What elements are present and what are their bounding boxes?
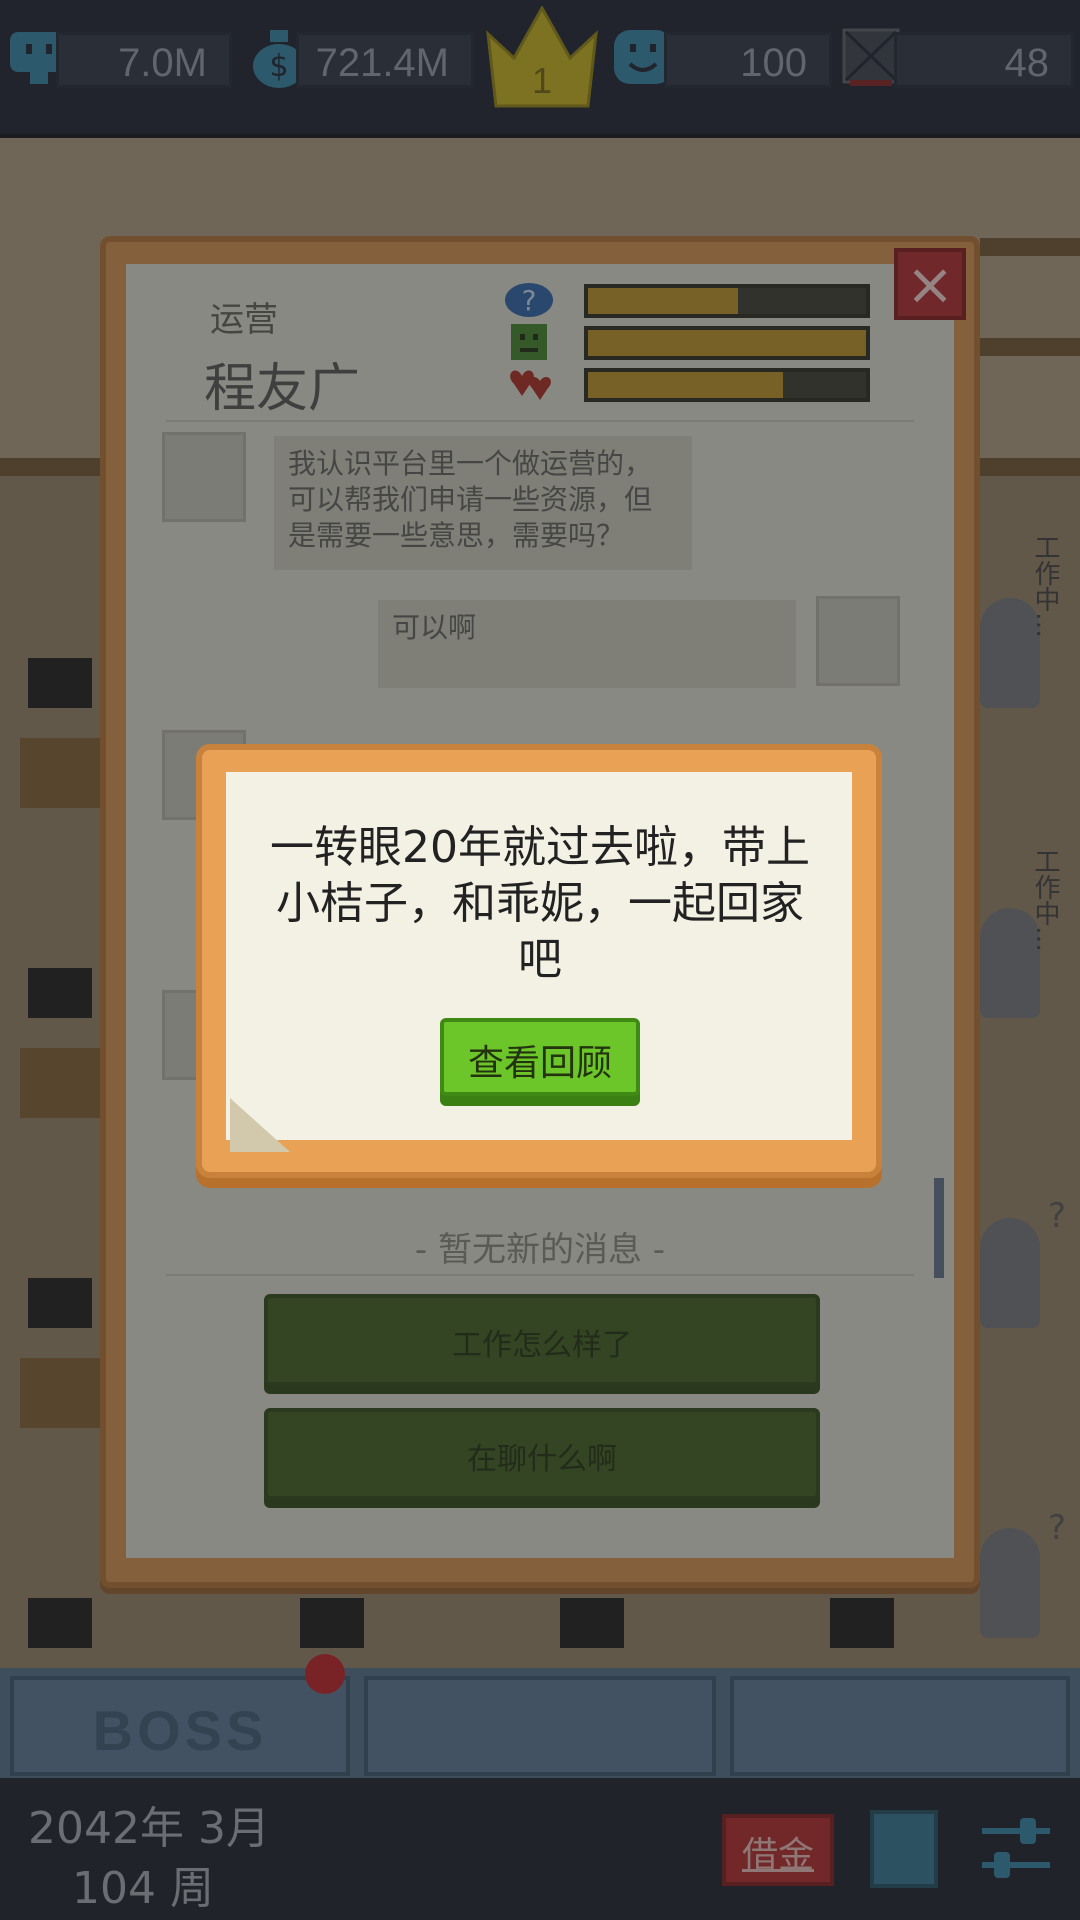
view-review-label: 查看回顾 [467, 1043, 612, 1084]
event-message: 一转眼20年就过去啦，带上小桔子，和乖妮，一起回家吧 [270, 822, 810, 985]
view-review-button[interactable]: 查看回顾 [440, 1018, 640, 1096]
